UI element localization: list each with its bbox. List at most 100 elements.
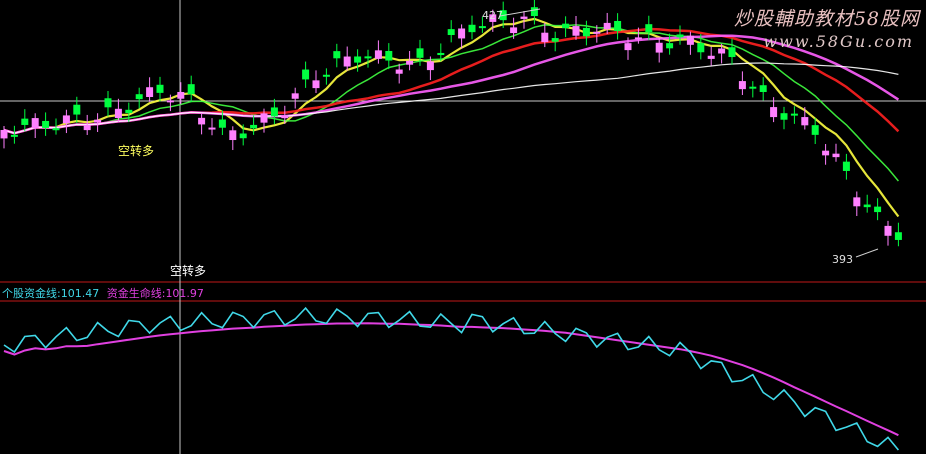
candle-body <box>250 124 258 129</box>
candle-body <box>42 120 50 128</box>
high-value-label: 427 <box>482 9 503 22</box>
candle-body <box>749 86 757 89</box>
watermark-url: www.58Gu.com <box>763 32 914 51</box>
candle-body <box>832 153 840 158</box>
candle-body <box>395 69 403 74</box>
candle-body <box>770 107 778 118</box>
candle-body <box>416 48 424 58</box>
indicator-line2-value: 101.97 <box>165 287 204 300</box>
candle-body <box>343 56 351 67</box>
candle-body <box>364 56 372 59</box>
low-marker-line <box>855 248 879 258</box>
chart-canvas: 427393空转多空转多 <box>0 0 926 454</box>
candle-body <box>780 113 788 120</box>
candle-body <box>738 81 746 90</box>
candle-body <box>21 118 29 125</box>
candle-body <box>686 35 694 45</box>
candle-body <box>374 50 382 59</box>
candle-body <box>759 85 767 93</box>
candle-body <box>385 50 393 61</box>
candle-body <box>104 98 112 108</box>
candle-body <box>239 133 247 139</box>
candle-body <box>572 26 580 36</box>
candle-body <box>406 60 414 65</box>
candle-body <box>260 113 268 123</box>
candle-body <box>655 42 663 53</box>
candle-body <box>645 24 653 33</box>
candle-body <box>281 115 289 119</box>
candle-body <box>10 134 18 137</box>
candle-body <box>718 48 726 54</box>
candle-body <box>811 125 819 135</box>
candle-body <box>73 104 81 115</box>
candle-body <box>790 113 798 116</box>
candle-body <box>458 28 466 39</box>
candle-body <box>447 29 455 36</box>
candle-body <box>697 43 705 53</box>
candle-body <box>426 61 434 71</box>
candle-body <box>135 94 143 100</box>
candle-body <box>874 206 882 213</box>
indicator-line2-name: 资金生命线: <box>106 287 166 300</box>
candle-body <box>208 127 216 130</box>
low-value-label: 393 <box>832 253 853 266</box>
candle-body <box>551 38 559 42</box>
candle-body <box>728 47 736 58</box>
candle-body <box>510 27 518 34</box>
candle-body <box>614 20 622 31</box>
candle-body <box>520 16 528 19</box>
candle-body <box>94 119 102 123</box>
capital-lifeline-line <box>3 322 899 437</box>
candle-body <box>842 161 850 171</box>
candle-body <box>270 107 278 117</box>
candle-body <box>312 80 320 89</box>
candle-body <box>0 130 8 139</box>
candle-body <box>634 37 642 40</box>
candle-body <box>894 232 902 240</box>
indicator-line1-name: 个股资金线: <box>2 287 61 300</box>
candle-body <box>156 84 164 93</box>
candle-body <box>468 24 476 33</box>
candle-body <box>114 108 122 119</box>
candle-body <box>624 43 632 51</box>
watermark-title: 炒股輔助教材58股网 <box>733 8 920 30</box>
candle-body <box>801 117 809 126</box>
candle-body <box>863 204 871 208</box>
candle-body <box>218 119 226 128</box>
candle-body <box>822 150 830 156</box>
candle-body <box>478 26 486 29</box>
candle-body <box>437 52 445 56</box>
candle-body <box>229 130 237 141</box>
indicator-legend: 个股资金线:101.47 资金生命线:101.97 <box>2 285 204 301</box>
candle-body <box>593 31 601 34</box>
signal-label-yellow: 空转多 <box>118 143 154 158</box>
candle-body <box>187 84 195 95</box>
candle-body <box>333 51 341 59</box>
candle-body <box>83 124 91 131</box>
candle-body <box>31 118 39 129</box>
candle-body <box>562 23 570 29</box>
candle-body <box>853 197 861 207</box>
candle-body <box>541 32 549 43</box>
candle-body <box>354 56 362 63</box>
candle-body <box>166 100 174 103</box>
candle-body <box>177 91 185 99</box>
candle-body <box>707 55 715 59</box>
candle-body <box>884 225 892 236</box>
candle-body <box>146 87 154 97</box>
candle-body <box>666 43 674 49</box>
stock-capital-line <box>3 306 900 451</box>
indicator-line1-value: 101.47 <box>60 287 100 300</box>
candle-body <box>291 93 299 99</box>
candle-body <box>530 7 538 17</box>
signal-label-white: 空转多 <box>170 263 206 278</box>
candle-body <box>322 74 330 77</box>
candle-body <box>52 128 60 131</box>
candle-body <box>603 22 611 30</box>
candle-body <box>125 109 133 113</box>
candle-body <box>582 27 590 37</box>
candle-body <box>62 115 70 124</box>
candle-body <box>676 34 684 38</box>
candle-body <box>302 69 310 80</box>
candle-body <box>198 117 206 125</box>
